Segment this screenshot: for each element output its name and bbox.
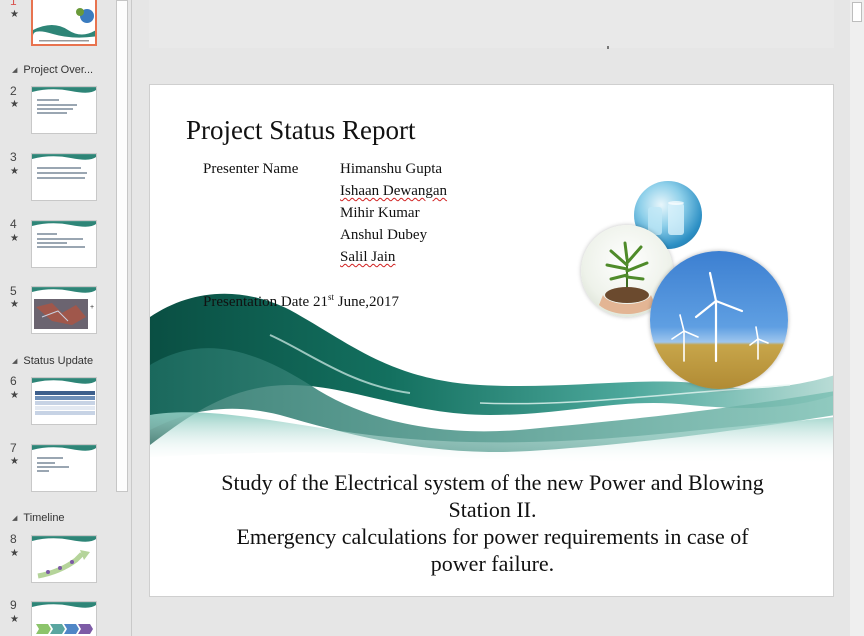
star-icon: ★ [10,99,19,110]
slide-thumbnail-9[interactable] [31,601,97,636]
slide-thumbnail-5[interactable]: + [31,286,97,334]
slide-thumbnail-6[interactable] [31,377,97,425]
slide-number: 4 [10,217,17,231]
star-icon: ★ [10,166,19,177]
star-icon: ★ [10,299,19,310]
slide-thumbnail-3[interactable] [31,153,97,201]
section-header-status-update[interactable]: ◢ Status Update [12,355,93,367]
pane-divider[interactable] [131,0,132,636]
star-icon: ★ [10,390,19,401]
presenter-label: Presenter Name [203,161,299,177]
svg-text:+: + [90,304,94,311]
slide-thumbnail-8[interactable] [31,535,97,583]
star-icon: ★ [10,9,19,20]
slide-number: 1 [10,0,17,8]
presenter-name: Salil Jain [340,249,396,265]
section-header-project-overview[interactable]: ◢ Project Over... [12,64,93,76]
slide-number: 5 [10,284,17,298]
slide-number: 7 [10,441,17,455]
slide-number: 3 [10,150,17,164]
slide-canvas[interactable]: Project Status Report Presenter Name Him… [149,84,834,597]
presenter-name: Mihir Kumar [340,205,420,221]
star-icon: ★ [10,233,19,244]
collapse-triangle-icon[interactable]: ◢ [12,67,17,74]
presentation-date: Presentation Date 21st June,2017 [203,292,399,310]
presenter-name: Himanshu Gupta [340,161,443,177]
thumbnail-scrollbar[interactable] [116,0,128,492]
slide-thumbnail-1[interactable] [31,0,97,46]
slide-thumbnail-7[interactable] [31,444,97,492]
star-icon: ★ [10,614,19,625]
slide-number: 2 [10,84,17,98]
slide-number: 6 [10,374,17,388]
slide-number: 9 [10,598,17,612]
star-icon: ★ [10,456,19,467]
slide-title[interactable]: Project Status Report [186,115,415,146]
editor-scrollbar[interactable] [850,0,864,636]
presenter-name: Ishaan Dewangan [340,183,448,199]
wind-turbines-image [650,251,788,389]
slide-thumbnail-2[interactable] [31,86,97,134]
slide-thumbnail-4[interactable] [31,220,97,268]
presenter-name: Anshul Dubey [340,227,428,243]
slide-thumbnail-pane: 1 ★ ◢ Project Over... 2 ★ 3 ★ 4 ★ 5 ★ + … [0,0,131,636]
editor-scrollbar-thumb[interactable] [852,2,862,22]
slide-number: 8 [10,532,17,546]
section-header-timeline[interactable]: ◢ Timeline [12,512,65,524]
cursor-mark [607,46,609,49]
slide-subtitle[interactable]: Study of the Electrical system of the ne… [170,469,815,577]
collapse-triangle-icon[interactable]: ◢ [12,358,17,365]
previous-slide-edge [149,0,834,48]
star-icon: ★ [10,548,19,559]
collapse-triangle-icon[interactable]: ◢ [12,515,17,522]
